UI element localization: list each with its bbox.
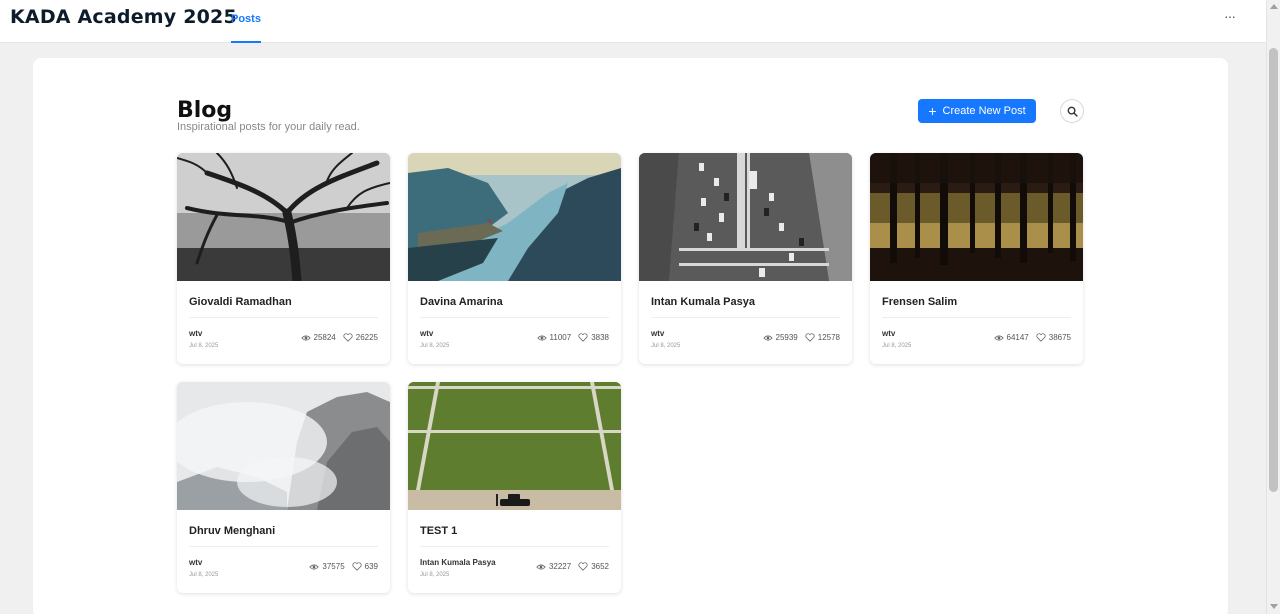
post-image-misty-mountain — [177, 382, 390, 510]
post-author: Dhruv Menghani — [189, 525, 276, 537]
card-divider — [189, 317, 378, 318]
post-category: wtv — [420, 329, 434, 338]
post-stats: 32227 3652 — [536, 562, 609, 571]
like-count: 38675 — [1048, 333, 1071, 342]
post-stats: 25824 26225 — [300, 333, 378, 342]
eye-icon — [300, 335, 311, 340]
page-subtitle: Inspirational posts for your daily read. — [177, 121, 360, 133]
post-image-dark-forest — [870, 153, 1083, 281]
plus-icon: + — [928, 103, 937, 119]
card-divider — [882, 317, 1071, 318]
post-card[interactable]: TEST 1 Intan Kumala Pasya Jul 8, 2025 32… — [408, 382, 621, 593]
like-count: 3838 — [591, 333, 609, 342]
eye-icon — [536, 335, 547, 340]
like-count: 639 — [364, 562, 378, 571]
post-category: wtv — [651, 329, 665, 338]
main-content-panel: Blog Inspirational posts for your daily … — [33, 58, 1228, 614]
card-divider — [651, 317, 840, 318]
post-category: wtv — [189, 558, 203, 567]
post-card[interactable]: Intan Kumala Pasya wtv Jul 8, 2025 25939… — [639, 153, 852, 364]
eye-icon — [993, 335, 1004, 340]
scroll-thumb[interactable] — [1269, 48, 1278, 492]
post-image-fjord — [408, 153, 621, 281]
post-category: Intan Kumala Pasya — [420, 558, 496, 567]
view-count: 25939 — [775, 333, 798, 342]
post-category: wtv — [189, 329, 203, 338]
post-card[interactable]: Frensen Salim wtv Jul 8, 2025 64147 3867… — [870, 153, 1083, 364]
heart-icon[interactable] — [343, 333, 353, 342]
post-author: Frensen Salim — [882, 296, 958, 308]
post-date: Jul 8, 2025 — [189, 343, 219, 349]
more-options-icon[interactable]: ··· — [1224, 8, 1236, 24]
post-date: Jul 8, 2025 — [420, 343, 450, 349]
eye-icon — [762, 335, 773, 340]
heart-icon[interactable] — [1036, 333, 1046, 342]
post-stats: 11007 3838 — [536, 333, 609, 342]
like-count: 12578 — [817, 333, 840, 342]
create-new-post-label: Create New Post — [942, 105, 1026, 117]
view-count: 25824 — [313, 333, 336, 342]
post-stats: 25939 12578 — [762, 333, 840, 342]
post-card[interactable]: Davina Amarina wtv Jul 8, 2025 11007 383… — [408, 153, 621, 364]
post-author: Davina Amarina — [420, 296, 503, 308]
post-date: Jul 8, 2025 — [651, 343, 681, 349]
heart-icon[interactable] — [805, 333, 815, 342]
view-count: 64147 — [1006, 333, 1029, 342]
post-author: Giovaldi Ramadhan — [189, 296, 292, 308]
search-button[interactable] — [1060, 99, 1084, 123]
view-count: 37575 — [322, 562, 345, 571]
post-card[interactable]: Dhruv Menghani wtv Jul 8, 2025 37575 639 — [177, 382, 390, 593]
eye-icon — [536, 564, 546, 569]
post-stats: 37575 639 — [309, 562, 378, 571]
card-divider — [189, 546, 378, 547]
post-stats: 64147 38675 — [993, 333, 1071, 342]
heart-icon[interactable] — [352, 562, 362, 571]
post-author: Intan Kumala Pasya — [651, 296, 755, 308]
tab-posts[interactable]: Posts — [231, 0, 261, 43]
search-icon — [1067, 106, 1078, 117]
create-new-post-button[interactable]: + Create New Post — [918, 99, 1036, 123]
post-image-city-road — [639, 153, 852, 281]
view-count: 32227 — [548, 562, 572, 571]
post-image-bare-tree — [177, 153, 390, 281]
like-count: 3652 — [591, 562, 609, 571]
post-card[interactable]: Giovaldi Ramadhan wtv Jul 8, 2025 25824 … — [177, 153, 390, 364]
page-scrollbar[interactable] — [1266, 0, 1280, 614]
top-navbar: KADA Academy 2025 Posts ··· — [0, 0, 1266, 43]
post-date: Jul 8, 2025 — [882, 343, 912, 349]
post-image-green-lawn — [408, 382, 621, 510]
scroll-down-arrow-icon[interactable] — [1270, 604, 1278, 609]
post-date: Jul 8, 2025 — [189, 572, 219, 578]
eye-icon — [309, 564, 320, 569]
heart-icon[interactable] — [578, 562, 588, 571]
brand-title[interactable]: KADA Academy 2025 — [10, 6, 237, 28]
post-author: TEST 1 — [420, 525, 458, 537]
view-count: 11007 — [549, 333, 572, 342]
post-category: wtv — [882, 329, 896, 338]
page-title: Blog — [177, 98, 233, 123]
like-count: 26225 — [355, 333, 378, 342]
scroll-up-arrow-icon[interactable] — [1270, 4, 1278, 9]
post-date: Jul 8, 2025 — [420, 572, 450, 578]
heart-icon[interactable] — [578, 333, 588, 342]
card-divider — [420, 546, 609, 547]
card-divider — [420, 317, 609, 318]
